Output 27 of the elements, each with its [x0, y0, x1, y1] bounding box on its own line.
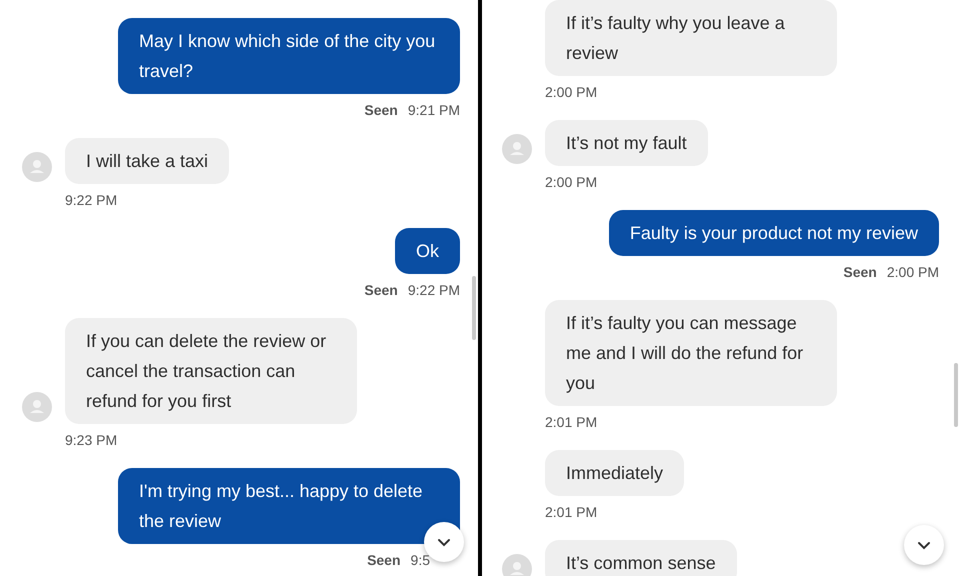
message-bubble: May I know which side of the city you travel?: [118, 18, 460, 94]
message-bubble: Immediately: [545, 450, 684, 496]
message-bubble: Faulty is your product not my review: [608, 210, 939, 256]
message-time: 2:01 PM: [545, 504, 598, 520]
message-time: 9:21 PM: [408, 102, 460, 118]
message-bubble: It’s not my fault: [545, 120, 708, 166]
message-bubble: If you can delete the review or cancel the transaction can refund for you first: [65, 318, 357, 424]
message-bubble: If it’s faulty you can message me and I will do the refund for you: [545, 300, 837, 406]
message-time: 9:23 PM: [65, 432, 118, 448]
scrollbar[interactable]: [954, 363, 958, 427]
message-time: 9:22 PM: [408, 282, 460, 298]
seen-status: Seen: [364, 102, 398, 118]
message-bubble: Ok: [394, 228, 460, 274]
seen-status: Seen: [367, 552, 401, 568]
message-time: 2:00 PM: [545, 84, 598, 100]
message-time: 2:00 PM: [545, 174, 598, 190]
message-time: 2:00 PM: [886, 264, 939, 280]
message-time: 9:22 PM: [65, 192, 118, 208]
seen-status: Seen: [843, 264, 877, 280]
message-time: 9:5: [410, 552, 430, 568]
message-bubble: It’s common sense: [545, 540, 737, 576]
seen-status: Seen: [364, 282, 398, 298]
message-bubble: I'm trying my best... happy to delete the review: [118, 468, 460, 544]
message-time: 2:01 PM: [545, 414, 598, 430]
message-bubble: I will take a taxi: [65, 138, 230, 184]
message-bubble: If it’s faulty why you leave a review: [545, 0, 837, 76]
scrollbar[interactable]: [472, 276, 476, 340]
